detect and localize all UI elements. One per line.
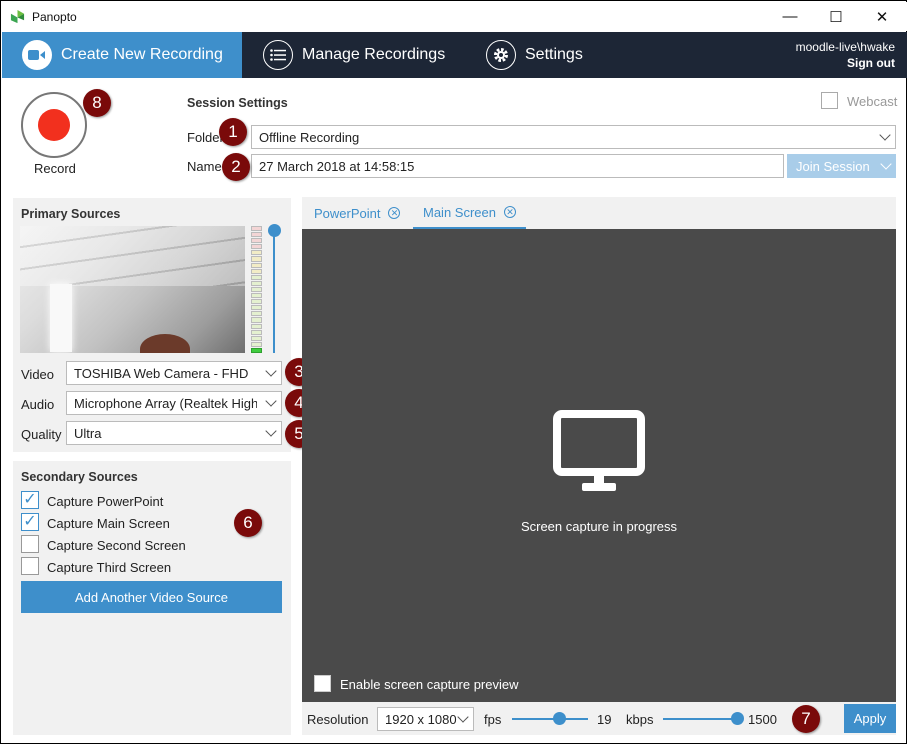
audio-source-select[interactable]: Microphone Array (Realtek High Definitio…: [66, 391, 282, 415]
capture-powerpoint-label: Capture PowerPoint: [47, 494, 164, 509]
capture-third-screen-label: Capture Third Screen: [47, 560, 172, 575]
audio-level-meter: [251, 226, 262, 353]
minimize-button[interactable]: —: [767, 2, 813, 31]
fps-value: 19: [597, 712, 612, 727]
callout-badge-2: 2: [222, 153, 250, 181]
webcast-checkbox[interactable]: [821, 92, 838, 109]
close-tab-icon[interactable]: ✕: [388, 207, 401, 219]
tab-create-new-recording[interactable]: Create New Recording: [2, 32, 242, 78]
maximize-button[interactable]: ☐: [813, 2, 859, 31]
video-label: Video: [21, 367, 55, 382]
video-camera-icon: [22, 40, 52, 70]
checkmark-icon: ✓: [23, 513, 37, 530]
close-tab-icon[interactable]: ✕: [503, 206, 516, 218]
window-title: Panopto: [32, 10, 77, 24]
record-label: Record: [34, 161, 76, 176]
folder-value: Offline Recording: [259, 129, 360, 145]
audio-gain-slider[interactable]: [273, 233, 275, 353]
session-name-input[interactable]: 27 March 2018 at 14:58:15: [251, 154, 784, 178]
webcam-preview: [20, 226, 245, 353]
monitor-icon: [553, 410, 645, 491]
record-dot-icon: [38, 109, 70, 141]
chevron-down-icon: [879, 129, 891, 141]
capture-main-screen-label: Capture Main Screen: [47, 516, 170, 531]
folder-select[interactable]: Offline Recording: [251, 125, 896, 149]
sign-out-link[interactable]: Sign out: [847, 56, 895, 70]
gear-icon: [486, 40, 516, 70]
callout-badge-6: 6: [234, 509, 262, 537]
tab-label: Manage Recordings: [302, 46, 446, 63]
video-source-select[interactable]: TOSHIBA Web Camera - FHD: [66, 361, 282, 385]
add-video-source-button[interactable]: Add Another Video Source: [21, 581, 282, 613]
webcast-label: Webcast: [847, 94, 898, 109]
chevron-down-icon: [880, 158, 892, 170]
join-session-button[interactable]: Join Session: [787, 154, 896, 178]
primary-sources-heading: Primary Sources: [21, 207, 121, 221]
name-label: Name: [187, 159, 222, 174]
kbps-label: kbps: [626, 712, 654, 727]
kbps-value: 1500: [748, 712, 777, 727]
panopto-window: Panopto — ☐ ✕ Create New Recording Manag…: [0, 0, 907, 744]
screen-capture-status: Screen capture in progress: [520, 519, 678, 534]
quality-label: Quality: [21, 427, 62, 442]
session-settings-heading: Session Settings: [187, 96, 288, 110]
screen-preview-area: Screen capture in progress Enable screen…: [302, 229, 896, 702]
tab-label: Settings: [525, 46, 583, 63]
callout-badge-1: 1: [219, 118, 247, 146]
capture-powerpoint-checkbox[interactable]: ✓: [21, 491, 39, 509]
title-bar: Panopto — ☐ ✕: [2, 2, 907, 31]
tab-label: PowerPoint: [314, 205, 381, 221]
chevron-down-icon: [265, 395, 277, 407]
record-button[interactable]: [21, 92, 87, 158]
resolution-label: Resolution: [307, 712, 369, 727]
panopto-logo-icon: [10, 9, 25, 24]
audio-gain-slider-thumb[interactable]: [268, 224, 281, 237]
apply-button[interactable]: Apply: [844, 704, 896, 733]
quality-select[interactable]: Ultra: [66, 421, 282, 445]
tab-settings[interactable]: Settings: [486, 32, 583, 78]
resolution-select[interactable]: 1920 x 1080: [377, 707, 474, 731]
resolution-value: 1920 x 1080: [385, 711, 457, 727]
chevron-down-icon: [457, 711, 469, 723]
list-icon: [263, 40, 293, 70]
tab-label: Main Screen: [423, 204, 496, 220]
enable-preview-checkbox[interactable]: [314, 675, 331, 692]
capture-second-screen-checkbox[interactable]: [21, 535, 39, 553]
tab-manage-recordings[interactable]: Manage Recordings: [263, 32, 445, 78]
tab-main-screen[interactable]: Main Screen ✕: [413, 197, 526, 229]
quality-value: Ultra: [74, 425, 102, 441]
tab-label: Create New Recording: [61, 46, 223, 63]
fps-slider-thumb[interactable]: [553, 712, 566, 725]
capture-third-screen-checkbox[interactable]: [21, 557, 39, 575]
callout-badge-7: 7: [792, 705, 820, 733]
chevron-down-icon: [265, 365, 277, 377]
enable-preview-label: Enable screen capture preview: [340, 677, 519, 692]
session-name-value: 27 March 2018 at 14:58:15: [259, 158, 415, 174]
top-nav: Create New Recording Manage Recordings S…: [2, 32, 907, 78]
tab-powerpoint[interactable]: PowerPoint ✕: [314, 197, 401, 229]
fps-label: fps: [484, 712, 502, 727]
close-button[interactable]: ✕: [859, 2, 905, 31]
preview-tabs: PowerPoint ✕ Main Screen ✕: [302, 197, 896, 229]
fps-slider[interactable]: [512, 718, 588, 720]
capture-second-screen-label: Capture Second Screen: [47, 538, 186, 553]
callout-badge-8: 8: [83, 89, 111, 117]
checkmark-icon: ✓: [23, 491, 37, 508]
user-name: moodle-live\hwake: [795, 40, 895, 54]
join-session-label: Join Session: [796, 158, 870, 174]
chevron-down-icon: [265, 425, 277, 437]
audio-label: Audio: [21, 397, 55, 412]
bitrate-slider-thumb[interactable]: [731, 712, 744, 725]
video-source-value: TOSHIBA Web Camera - FHD: [74, 365, 249, 381]
secondary-sources-heading: Secondary Sources: [21, 470, 138, 484]
capture-main-screen-checkbox[interactable]: ✓: [21, 513, 39, 531]
audio-source-value: Microphone Array (Realtek High Definitio…: [74, 395, 257, 411]
